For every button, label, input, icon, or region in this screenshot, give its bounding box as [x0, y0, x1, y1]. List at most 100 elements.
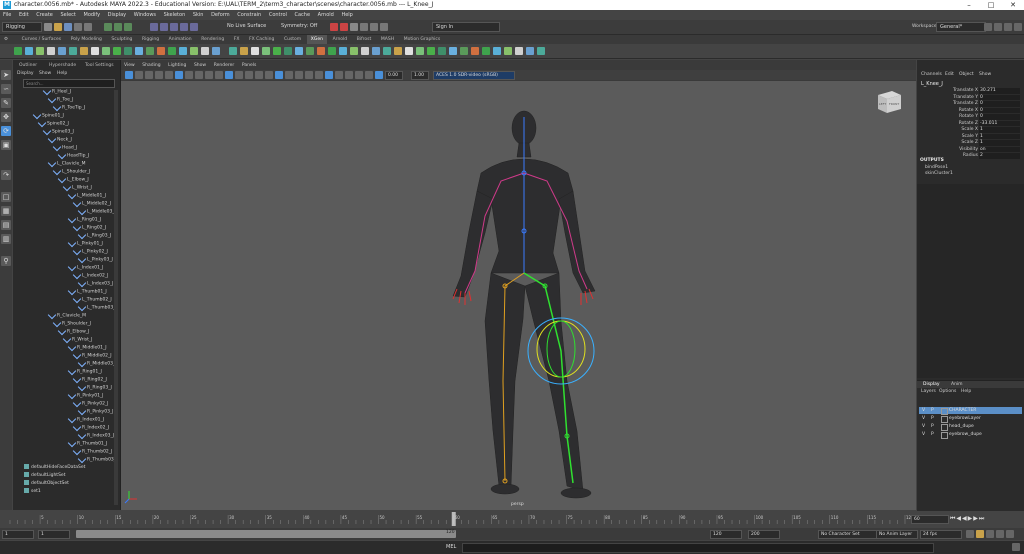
outliner-joint-item[interactable]: L_Middle01_J [67, 190, 106, 200]
viewport-tool-icon[interactable] [295, 71, 303, 79]
viewport-tool-icon[interactable] [185, 71, 193, 79]
shelf-tool-icon[interactable] [427, 47, 435, 55]
outliner-set-item[interactable]: defaultLightSet [24, 472, 65, 480]
channel-value[interactable]: 0 [979, 94, 1020, 100]
shelf-tool-icon[interactable] [251, 47, 259, 55]
outliner-joint-item[interactable]: L_Thumb03_J [77, 302, 117, 312]
layer-visibility-toggle[interactable]: V [922, 415, 925, 422]
outliner-joint-item[interactable]: L_Pinky01_J [67, 238, 103, 248]
tab-outliner[interactable]: Outliner [19, 63, 37, 68]
shelf-tab-sculpting[interactable]: Sculpting [107, 35, 136, 44]
viewport-tool-icon[interactable] [335, 71, 343, 79]
persp-outliner-icon[interactable]: ▥ [1, 234, 11, 244]
loop-icon[interactable] [966, 530, 974, 538]
shelf-tool-icon[interactable] [102, 47, 110, 55]
outliner-search-input[interactable]: Search... [23, 79, 115, 88]
layer-menu-help[interactable]: Help [961, 389, 971, 394]
shelf-tool-icon[interactable] [135, 47, 143, 55]
tab-hypershade[interactable]: Hypershade [49, 63, 76, 68]
time-slider[interactable]: 5 10 15 20 25 30 35 40 45 50 55 60 65 70 75 80 85 90 95 100… [0, 512, 1024, 528]
shelf-tool-icon[interactable] [526, 47, 534, 55]
channel-value[interactable]: 2 [979, 153, 1020, 159]
snap-surface-icon[interactable] [190, 23, 198, 31]
layer-playback-toggle[interactable]: P [931, 431, 934, 438]
modeling-toolkit-icon[interactable] [994, 23, 1002, 31]
fps-dropdown[interactable]: 24 fps [920, 530, 962, 539]
outliner-joint-item[interactable]: L_Ring02_J [72, 222, 106, 232]
tab-tool-settings[interactable]: Tool Settings [85, 63, 114, 68]
outliner-joint-item[interactable]: Head_J [52, 142, 77, 152]
layer-menu-options[interactable]: Options [939, 389, 956, 394]
playback-prefs-icon[interactable] [996, 530, 1004, 538]
shelf-tool-icon[interactable] [14, 47, 22, 55]
viewport-tool-icon[interactable] [325, 71, 333, 79]
menu-cache[interactable]: Cache [292, 10, 314, 20]
shelf-tool-icon[interactable] [537, 47, 545, 55]
outliner-joint-item[interactable]: R_Thumb01_J [67, 438, 107, 448]
shelf-tool-icon[interactable] [69, 47, 77, 55]
shelf-tool-icon[interactable] [240, 47, 248, 55]
shelf-tool-icon[interactable] [124, 47, 132, 55]
viewport-menu-view[interactable]: View [121, 62, 138, 70]
viewport-tool-icon[interactable] [135, 71, 143, 79]
layer-playback-toggle[interactable]: P [931, 415, 934, 422]
viewport-tool-icon[interactable] [315, 71, 323, 79]
shelf-settings-icon[interactable]: ⚙ [0, 35, 16, 44]
outliner-joint-item[interactable]: R_Thumb02_J [72, 446, 112, 456]
outliner-joint-item[interactable]: L_Ring01_J [67, 214, 101, 224]
outliner-set-item[interactable]: defaultHideFaceDataSet [24, 464, 85, 472]
shelf-tool-icon[interactable] [168, 47, 176, 55]
outliner-menu-show[interactable]: Show [39, 71, 51, 76]
outliner-joint-item[interactable]: R_Shoulder_J [52, 318, 91, 328]
menu-windows[interactable]: Windows [131, 10, 159, 20]
outliner-set-item[interactable]: set1 [24, 488, 41, 496]
layer-playback-toggle[interactable]: P [931, 423, 934, 430]
shelf-tool-icon[interactable] [471, 47, 479, 55]
four-view-icon[interactable]: ▦ [1, 206, 11, 216]
undo-icon[interactable] [74, 23, 82, 31]
menu-help[interactable]: Help [338, 10, 355, 20]
start-frame-field[interactable]: 1 [2, 530, 34, 539]
shelf-tool-icon[interactable] [493, 47, 501, 55]
shelf-tool-icon[interactable] [80, 47, 88, 55]
shelf-tool-icon[interactable] [58, 47, 66, 55]
shelf-tab-rendering[interactable]: Rendering [197, 35, 228, 44]
layer-row[interactable]: V Peyebrow_dupe [919, 431, 1022, 439]
gamma-field[interactable]: 1.00 [411, 71, 429, 80]
outliner-joint-item[interactable]: L_Index03_J [77, 278, 113, 288]
colorspace-dropdown[interactable]: ACES 1.0 SDR-video (sRGB) [433, 71, 515, 80]
menu-skeleton[interactable]: Skeleton [161, 10, 189, 20]
shelf-tool-icon[interactable] [394, 47, 402, 55]
attribute-editor-icon[interactable] [1004, 23, 1012, 31]
shelf-tool-icon[interactable] [350, 47, 358, 55]
outliner-joint-item[interactable]: Spine01_J [32, 110, 64, 120]
menu-modify[interactable]: Modify [81, 10, 104, 20]
menu-skin[interactable]: Skin [190, 10, 207, 20]
outliner-joint-item[interactable]: R_Clavicle_M [47, 310, 86, 320]
outliner-joint-item[interactable]: L_Ring03_J [77, 230, 111, 240]
viewport-tool-icon[interactable] [235, 71, 243, 79]
select-object-icon[interactable] [114, 23, 122, 31]
new-scene-icon[interactable] [44, 23, 52, 31]
outliner-layout-icon[interactable]: ▤ [1, 220, 11, 230]
outliner-joint-item[interactable]: L_Middle03_J [77, 206, 116, 216]
shelf-tool-icon[interactable] [328, 47, 336, 55]
outliner-joint-item[interactable]: R_Ring01_J [67, 366, 102, 376]
select-hierarchy-icon[interactable] [104, 23, 112, 31]
viewport-tool-icon[interactable] [355, 71, 363, 79]
menu-select[interactable]: Select [57, 10, 78, 20]
select-tool-icon[interactable]: ➤ [1, 70, 11, 80]
shelf-tool-icon[interactable] [190, 47, 198, 55]
anim-layer-dropdown[interactable]: No Anim Layer [876, 530, 918, 539]
shelf-tool-icon[interactable] [212, 47, 220, 55]
shelf-tool-icon[interactable] [339, 47, 347, 55]
character-set-dropdown[interactable]: No Character Set [818, 530, 878, 539]
shelf-tool-icon[interactable] [438, 47, 446, 55]
lasso-tool-icon[interactable]: ∽ [1, 84, 11, 94]
3d-viewport[interactable]: LEFT FRONT persp [121, 81, 916, 510]
shelf-tool-icon[interactable] [284, 47, 292, 55]
scale-tool-icon[interactable]: ▣ [1, 140, 11, 150]
channelbox-tab-channels[interactable]: Channels [921, 72, 942, 77]
workspace-dropdown[interactable]: General* [936, 22, 986, 32]
layer-tab-anim[interactable]: Anim [951, 381, 963, 388]
